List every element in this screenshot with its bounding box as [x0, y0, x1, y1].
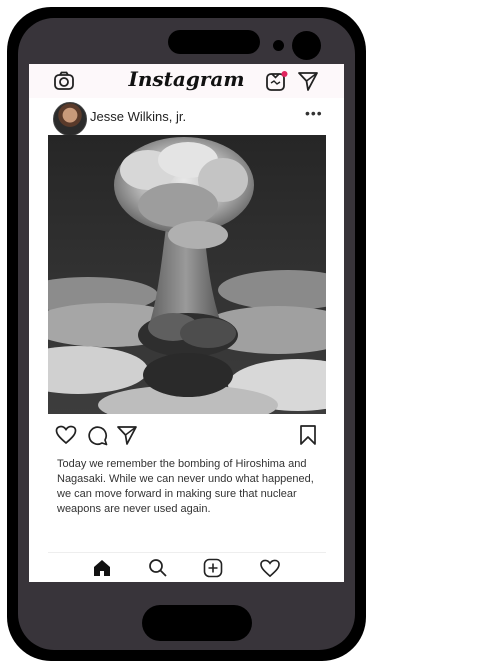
comment-icon[interactable] [87, 425, 108, 451]
add-post-icon[interactable] [203, 558, 223, 582]
post-username[interactable]: Jesse Wilkins, jr. [90, 109, 186, 124]
phone-screen: Instagram Jesse Wilkins, jr. ••• Today w… [29, 64, 344, 582]
top-bar: Instagram [29, 64, 344, 98]
phone-home-button[interactable] [142, 605, 252, 641]
avatar[interactable] [53, 102, 87, 136]
direct-message-icon[interactable] [297, 70, 319, 97]
phone-front-camera [292, 31, 321, 60]
home-icon[interactable] [92, 559, 112, 582]
bottom-nav [48, 552, 326, 582]
notification-dot [281, 71, 288, 77]
post-caption: Today we remember the bombing of Hiroshi… [57, 458, 314, 515]
post-image [48, 135, 326, 414]
share-icon[interactable] [116, 424, 138, 451]
search-icon[interactable] [148, 558, 168, 582]
activity-heart-icon[interactable] [259, 559, 281, 582]
bookmark-icon[interactable] [299, 424, 317, 451]
heart-icon[interactable] [55, 425, 77, 450]
phone-speaker [168, 30, 260, 54]
phone-sensor [273, 40, 284, 51]
more-options-icon[interactable]: ••• [305, 105, 323, 121]
igtv-icon[interactable] [265, 70, 289, 97]
